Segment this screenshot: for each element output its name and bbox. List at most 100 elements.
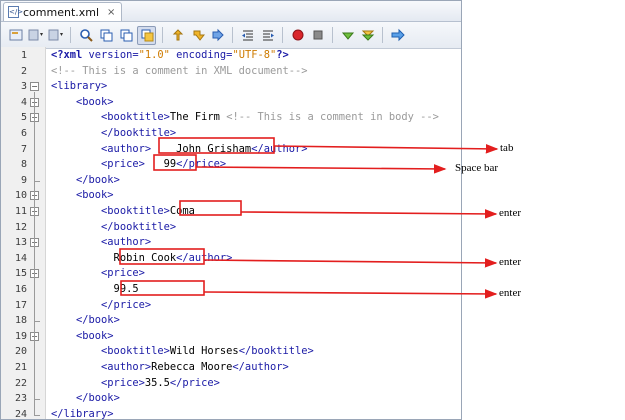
code-line[interactable]: 16 99.5 [1,282,461,298]
code-line[interactable]: 13− <author> [1,235,461,251]
code-line[interactable]: 18 </book> [1,313,461,329]
code-text: </booktitle> [51,126,176,142]
toggle-bookmark-icon[interactable] [209,27,226,44]
code-token: <author> [101,361,152,373]
code-line[interactable]: 8 <price> 99</price> [1,157,461,173]
fold-guide-line [34,201,35,322]
line-number: 21 [14,362,27,373]
find-previous-icon[interactable] [97,27,114,44]
code-line[interactable]: 9 </book> [1,173,461,189]
fold-guide-end [34,321,40,323]
code-token: </price> [169,376,220,389]
code-line[interactable]: 5− <booktitle>The Firm <!-- This is a co… [1,110,461,126]
code-text: <price> 99</price> [51,157,226,173]
line-number: 17 [14,299,27,311]
code-area[interactable]: 1 <?xml version="1.0" encoding="UTF-8"?> 2… [1,47,461,420]
code-line[interactable]: 7 <author> John Grisham</author> [1,142,461,158]
code-line[interactable]: 22 <price>35.5</price> [1,376,461,392]
code-line[interactable]: 10− <book> [1,188,461,204]
code-text: <price>35.5</price> [51,376,220,392]
code-line[interactable]: 17 </price> [1,298,461,314]
annotation-tab-label: tab [500,142,514,154]
line-number: 20 [14,346,27,358]
xsl-transform-icon[interactable] [389,27,406,44]
find-icon[interactable] [77,27,94,44]
code-token: <library> [51,80,108,93]
code-line[interactable]: 1 <?xml version="1.0" encoding="UTF-8"?> [1,48,461,64]
code-token: Wild Horses [169,345,239,358]
shift-left-icon[interactable] [239,27,256,44]
line-number: 8 [20,159,27,171]
fold-toggle-icon[interactable]: − [30,82,39,92]
line-number: 23 [14,393,27,405]
line-number: 4 [20,96,27,108]
forward-icon[interactable] [47,27,64,44]
code-line[interactable]: 3− <library> [1,79,461,95]
fold-guide-end [34,399,40,401]
code-token: </book> [76,173,120,186]
toolbar-separator [332,27,333,43]
line-number: 3 [20,81,27,93]
annotation-space-bar-label: Space bar [455,162,499,174]
code-line[interactable]: 4− <book> [1,95,461,111]
code-text: <booktitle>Wild Horses</booktitle> [51,344,314,360]
code-text: </booktitle> [51,220,176,236]
code-line[interactable]: 24 </library> [1,407,461,420]
find-next-icon[interactable] [117,27,134,44]
code-line[interactable]: 19− <book> [1,329,461,345]
editor-toolbar [1,22,461,49]
start-macro-icon[interactable] [289,27,306,44]
code-text: <booktitle>Coma [51,204,195,220]
code-line[interactable]: 23 </book> [1,391,461,407]
toggle-highlight-icon[interactable] [137,25,156,45]
code-line[interactable]: 2 <!-- This is a comment in XML document-… [1,64,461,80]
code-line[interactable]: 14 Robin Cook</author> [1,251,461,267]
code-token: Robin Cook [51,251,177,264]
code-token: 99 [144,158,177,171]
line-number: 14 [14,252,27,264]
close-tab-icon[interactable]: × [107,7,115,18]
code-token: </author> [251,142,308,155]
line-number: 13 [14,237,27,249]
line-number: 18 [14,315,27,327]
shift-right-icon[interactable] [259,27,276,44]
fold-guide-line [34,341,35,400]
line-number: 9 [20,174,27,186]
line-number: 24 [14,408,27,420]
code-line[interactable]: 11− <booktitle>Coma [1,204,461,220]
previous-bookmark-icon[interactable] [169,27,186,44]
code-text: </book> [51,391,120,407]
code-line[interactable]: 20 <booktitle>Wild Horses</booktitle> [1,344,461,360]
validate-xml-icon[interactable] [359,27,376,44]
code-line[interactable]: 6 </booktitle> [1,126,461,142]
stop-macro-icon[interactable] [309,27,326,44]
source-history-icon[interactable] [7,27,24,44]
code-line[interactable]: 15− <price> [1,266,461,282]
code-line[interactable]: 12 </booktitle> [1,220,461,236]
line-number: 22 [14,377,27,389]
code-token: The Firm [169,111,227,124]
code-token: <book> [76,329,114,342]
next-bookmark-icon[interactable] [189,27,206,44]
code-line[interactable]: 21 <author>Rebecca Moore</author> [1,360,461,376]
code-token: <booktitle> [101,205,170,217]
tab-comment-xml[interactable]: </> comment.xml × [3,2,123,21]
annotation-enter-label-1: enter [499,207,521,219]
code-token: Rebecca Moore [151,361,233,373]
line-number: 15 [14,268,27,280]
back-icon[interactable] [27,27,44,44]
code-text: <price> [51,266,145,282]
code-token: 35.5 [144,376,170,389]
code-text: <author> John Grisham</author> [51,142,308,158]
code-token: <author> [101,142,152,155]
line-number: 12 [14,221,27,233]
check-xml-icon[interactable] [339,27,356,44]
code-token: </author> [232,361,289,373]
code-token: </book> [76,392,120,405]
